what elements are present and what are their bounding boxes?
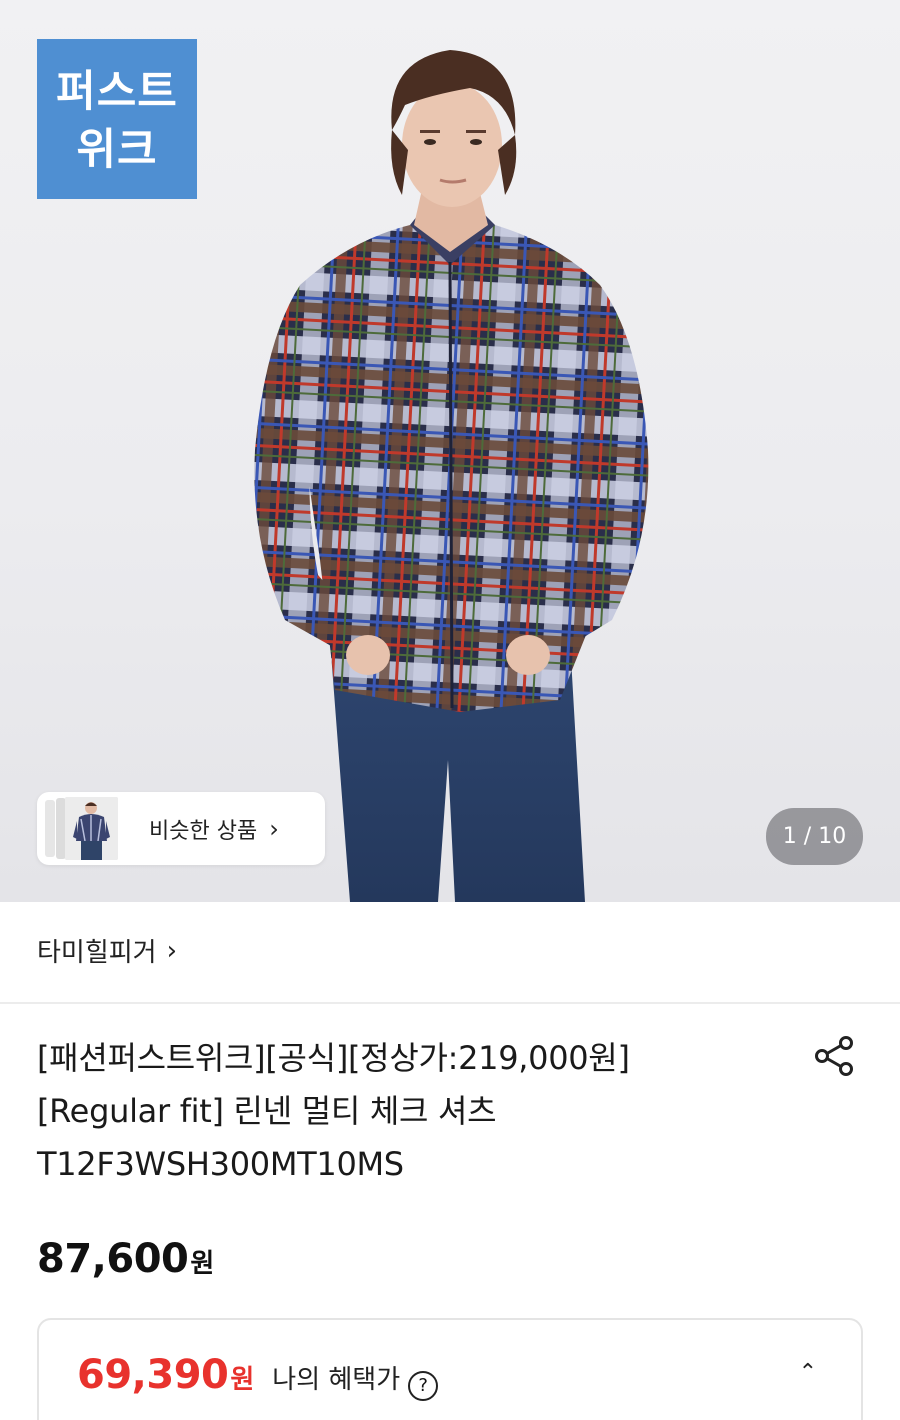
benefit-price-unit: 원 [230, 1365, 255, 1395]
chevron-up-icon[interactable]: ⌃ [799, 1360, 817, 1385]
badge-line-2: 위크 [76, 125, 158, 175]
similar-products-label: 비슷한 상품 [149, 818, 258, 844]
thumbnail-back-card [45, 800, 55, 857]
product-title-line-2: [Regular fit] 린넨 멀티 체크 셔츠 [37, 1092, 497, 1130]
benefit-price-row: 69,390 원 나의 혜택가 ? [77, 1352, 439, 1401]
badge-line-1: 퍼스트 [56, 67, 178, 117]
price-unit: 원 [190, 1249, 215, 1279]
similar-product-thumbnail [65, 797, 118, 860]
chevron-right-icon: › [269, 814, 279, 843]
product-title-line-1: [패션퍼스트위크][공식][정상가:219,000원] [37, 1039, 630, 1077]
my-benefit-price-panel[interactable]: 69,390 원 나의 혜택가 ? ⌃ [37, 1318, 863, 1420]
product-image-carousel[interactable]: 퍼스트 위크 비슷한 상품 › 1 / 10 [0, 0, 900, 902]
similar-thumbnail-stack [37, 792, 133, 865]
price-value: 87,600 [37, 1236, 189, 1282]
product-title-line-3: T12F3WSH300MT10MS [37, 1145, 404, 1183]
benefit-price-label: 나의 혜택가 [272, 1365, 401, 1395]
product-price: 87,600 원 [37, 1236, 214, 1282]
question-icon[interactable]: ? [408, 1370, 439, 1401]
brand-section: 타미힐피거 › [0, 902, 900, 1004]
image-counter: 1 / 10 [766, 808, 863, 865]
similar-products-button[interactable]: 비슷한 상품 › [37, 792, 325, 865]
product-title: [패션퍼스트위크][공식][정상가:219,000원] [Regular fit… [37, 1032, 757, 1191]
benefit-price-value: 69,390 [77, 1352, 229, 1398]
chevron-right-icon: › [166, 935, 178, 966]
share-icon [815, 1036, 853, 1076]
brand-link[interactable]: 타미힐피거 › [37, 932, 177, 969]
brand-name: 타미힐피거 [37, 938, 157, 968]
first-week-badge: 퍼스트 위크 [37, 39, 197, 199]
share-button[interactable] [812, 1034, 858, 1080]
